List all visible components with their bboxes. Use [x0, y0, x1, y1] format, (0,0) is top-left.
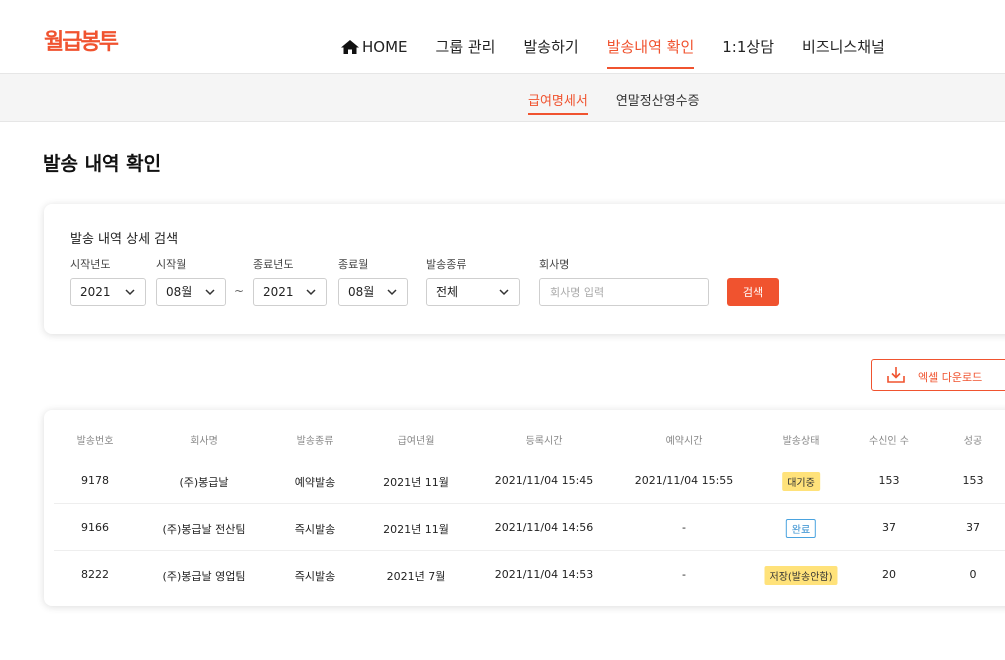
end-month-label: 종료월 — [338, 258, 369, 271]
row-type: 즉시발송 — [294, 570, 336, 583]
logo[interactable]: 월급봉투 — [44, 24, 119, 56]
row-period: 2021년 7월 — [386, 570, 446, 583]
end-year-value: 2021 — [263, 285, 294, 299]
sub-navigation-bar: 급여명세서 연말정산영수증 — [0, 74, 1005, 122]
row-type: 예약발송 — [294, 476, 336, 489]
subnav-item-pay-statement[interactable]: 급여명세서 — [528, 90, 588, 115]
status-badge: 저장(발송안함) — [764, 566, 838, 585]
end-year-label: 종료년도 — [253, 258, 294, 271]
nav-item-label: HOME — [362, 37, 408, 56]
row-registered: 2021/11/04 14:53 — [494, 568, 594, 581]
column-header-success: 성공 — [963, 436, 983, 447]
row-registered: 2021/11/04 15:45 — [494, 474, 594, 487]
row-recipients: 37 — [882, 521, 896, 534]
main-nav: HOME 그룹 관리 발송하기 발송내역 확인 1:1상담 비즈니스채널 — [340, 36, 885, 69]
row-recipients: 153 — [878, 474, 900, 487]
download-icon — [887, 367, 905, 383]
column-header-id: 발송번호 — [76, 436, 114, 447]
column-header-status: 발송상태 — [782, 436, 820, 447]
range-separator: ~ — [234, 284, 245, 298]
row-id: 9178 — [81, 474, 109, 487]
row-success: 153 — [962, 474, 984, 487]
status-badge: 대기중 — [782, 472, 820, 491]
row-id: 9166 — [81, 521, 109, 534]
nav-item-consultation[interactable]: 1:1상담 — [722, 36, 774, 57]
send-type-select[interactable]: 전체 — [426, 278, 520, 306]
status-badge: 완료 — [785, 519, 817, 538]
start-month-select[interactable]: 08월 — [156, 278, 226, 306]
chevron-down-icon — [306, 289, 316, 296]
start-month-value: 08월 — [166, 285, 193, 299]
send-history-table: 발송번호 회사명 발송종류 급여년월 등록시간 예약시간 발송상태 수신인 수 … — [44, 410, 1005, 606]
row-period: 2021년 11월 — [383, 476, 449, 489]
end-year-select[interactable]: 2021 — [253, 278, 327, 306]
search-panel-title: 발송 내역 상세 검색 — [70, 232, 179, 247]
row-company: (주)봉급날 전산팀 — [162, 523, 246, 536]
row-reserved: 2021/11/04 15:55 — [634, 474, 734, 487]
chevron-down-icon — [387, 289, 397, 296]
company-label: 회사명 — [539, 258, 570, 271]
nav-item-send-history[interactable]: 발송내역 확인 — [606, 36, 694, 69]
row-success: 37 — [966, 521, 980, 534]
column-header-period: 급여년월 — [397, 436, 435, 447]
start-year-select[interactable]: 2021 — [70, 278, 146, 306]
column-header-registered: 등록시간 — [525, 436, 563, 447]
row-reserved: - — [682, 521, 686, 534]
row-id: 8222 — [81, 568, 109, 581]
end-month-select[interactable]: 08월 — [338, 278, 408, 306]
row-divider — [54, 550, 1005, 551]
sub-nav: 급여명세서 연말정산영수증 — [528, 90, 700, 115]
row-divider — [54, 503, 1005, 504]
nav-item-send[interactable]: 발송하기 — [523, 36, 578, 57]
nav-item-home[interactable]: HOME — [340, 38, 408, 56]
column-header-recipients: 수신인 수 — [869, 436, 909, 447]
home-icon — [341, 39, 359, 54]
start-year-label: 시작년도 — [70, 258, 111, 271]
page-title: 발송 내역 확인 — [43, 153, 162, 175]
excel-download-label: 엑셀 다운로드 — [918, 371, 983, 384]
row-success: 0 — [969, 568, 977, 581]
row-recipients: 20 — [882, 568, 896, 581]
row-type: 즉시발송 — [294, 523, 336, 536]
chevron-down-icon — [205, 289, 215, 296]
end-month-value: 08월 — [348, 285, 375, 299]
chevron-down-icon — [499, 289, 509, 296]
row-company: (주)봉급날 — [179, 476, 229, 489]
row-reserved: - — [682, 568, 686, 581]
row-company: (주)봉급날 영업팀 — [162, 570, 246, 583]
search-button[interactable]: 검색 — [727, 278, 779, 306]
column-header-type: 발송종류 — [296, 436, 334, 447]
nav-item-business-channel[interactable]: 비즈니스채널 — [802, 36, 885, 57]
column-header-company: 회사명 — [190, 436, 218, 447]
company-name-input[interactable] — [539, 278, 709, 306]
search-panel: 발송 내역 상세 검색 시작년도 시작월 종료년도 종료월 발송종류 회사명 2… — [44, 204, 1005, 334]
start-month-label: 시작월 — [156, 258, 187, 271]
send-type-value: 전체 — [436, 285, 459, 299]
column-header-reserved: 예약시간 — [665, 436, 703, 447]
chevron-down-icon — [125, 289, 135, 296]
excel-download-button[interactable]: 엑셀 다운로드 — [871, 359, 1005, 391]
nav-item-group-management[interactable]: 그룹 관리 — [436, 36, 496, 57]
row-registered: 2021/11/04 14:56 — [494, 521, 594, 534]
subnav-item-year-end-receipt[interactable]: 연말정산영수증 — [616, 90, 700, 109]
row-period: 2021년 11월 — [383, 523, 449, 536]
start-year-value: 2021 — [80, 285, 111, 299]
send-type-label: 발송종류 — [426, 258, 467, 271]
top-navigation-bar: 월급봉투 HOME 그룹 관리 발송하기 발송내역 확인 1:1상담 비즈니스채… — [0, 0, 1005, 74]
